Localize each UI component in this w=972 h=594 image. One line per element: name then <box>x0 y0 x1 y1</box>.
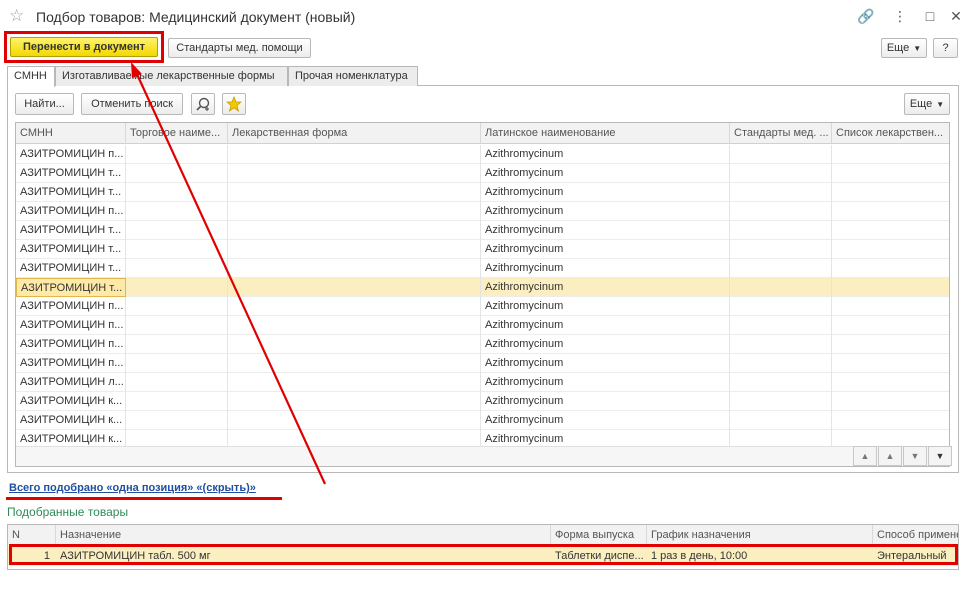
annotation-arrow <box>131 62 326 485</box>
